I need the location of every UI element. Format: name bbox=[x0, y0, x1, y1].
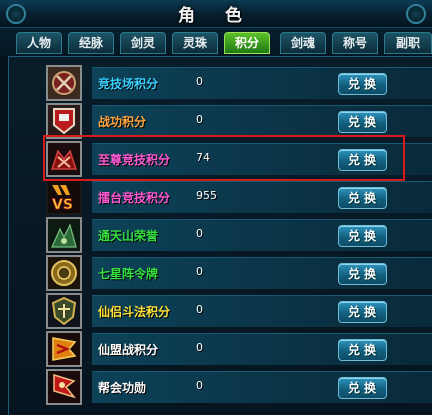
points-value: 0 bbox=[196, 227, 203, 240]
tab-points[interactable]: 积分 bbox=[224, 32, 270, 54]
points-row: 七星阵令牌 0 兑换 bbox=[46, 254, 432, 292]
points-value: 0 bbox=[196, 265, 203, 278]
exchange-button[interactable]: 兑换 bbox=[338, 149, 387, 171]
points-value: 0 bbox=[196, 113, 203, 126]
tab-sword-spirit[interactable]: 剑灵 bbox=[120, 32, 166, 54]
tab-title[interactable]: 称号 bbox=[332, 32, 378, 54]
points-value: 0 bbox=[196, 379, 203, 392]
points-value: 955 bbox=[196, 189, 217, 202]
points-label: 七星阵令牌 bbox=[98, 267, 159, 281]
points-value: 74 bbox=[196, 151, 210, 164]
points-label: 帮会功勋 bbox=[98, 381, 147, 395]
title-ornament-right-icon bbox=[406, 4, 426, 24]
points-label: 擂台竞技积分 bbox=[98, 191, 171, 205]
arena-emblem-icon bbox=[46, 65, 82, 101]
exchange-button[interactable]: 兑换 bbox=[338, 111, 387, 133]
points-row: 竞技场积分 0 兑换 bbox=[46, 64, 432, 102]
points-row: 帮会功勋 0 兑换 bbox=[46, 368, 432, 406]
exchange-button[interactable]: 兑换 bbox=[338, 301, 387, 323]
war-banner-icon bbox=[46, 103, 82, 139]
exchange-button[interactable]: 兑换 bbox=[338, 73, 387, 95]
mountain-honor-icon bbox=[46, 217, 82, 253]
points-label: 仙盟战积分 bbox=[98, 343, 159, 357]
title-bar: 角 色 bbox=[0, 0, 432, 28]
points-value: 0 bbox=[196, 303, 203, 316]
points-row: 仙盟战积分 0 兑换 bbox=[46, 330, 432, 368]
exchange-button[interactable]: 兑换 bbox=[338, 377, 387, 399]
guild-merit-icon bbox=[46, 369, 82, 405]
vs-emblem-icon: VS bbox=[46, 179, 82, 215]
points-row: VS 擂台竞技积分 955 兑换 bbox=[46, 178, 432, 216]
seven-star-token-icon bbox=[46, 255, 82, 291]
alliance-flag-icon bbox=[46, 331, 82, 367]
tab-meridian[interactable]: 经脉 bbox=[68, 32, 114, 54]
exchange-button[interactable]: 兑换 bbox=[338, 263, 387, 285]
points-label: 至尊竞技积分 bbox=[98, 153, 171, 167]
exchange-button[interactable]: 兑换 bbox=[338, 225, 387, 247]
tab-spirit-bead[interactable]: 灵珠 bbox=[172, 32, 218, 54]
points-row: 至尊竞技积分 74 兑换 bbox=[46, 140, 432, 178]
exchange-button[interactable]: 兑换 bbox=[338, 187, 387, 209]
tab-bar: 人物 经脉 剑灵 灵珠 积分 剑魂 称号 副职 bbox=[0, 28, 432, 56]
points-row: 仙侣斗法积分 0 兑换 bbox=[46, 292, 432, 330]
svg-text:VS: VS bbox=[52, 197, 73, 213]
supreme-arena-icon bbox=[46, 141, 82, 177]
points-row: 战功积分 0 兑换 bbox=[46, 102, 432, 140]
points-label: 通天山荣誉 bbox=[98, 229, 159, 243]
tab-side-job[interactable]: 副职 bbox=[384, 32, 432, 54]
tab-sword-soul[interactable]: 剑魂 bbox=[280, 32, 326, 54]
window-title: 角 色 bbox=[178, 6, 254, 26]
points-value: 0 bbox=[196, 341, 203, 354]
points-label: 战功积分 bbox=[98, 115, 147, 129]
exchange-button[interactable]: 兑换 bbox=[338, 339, 387, 361]
points-row: 通天山荣誉 0 兑换 bbox=[46, 216, 432, 254]
points-value: 0 bbox=[196, 75, 203, 88]
points-label: 仙侣斗法积分 bbox=[98, 305, 171, 319]
points-label: 竞技场积分 bbox=[98, 77, 159, 91]
shield-emblem-icon bbox=[46, 293, 82, 329]
tab-character[interactable]: 人物 bbox=[16, 32, 62, 54]
